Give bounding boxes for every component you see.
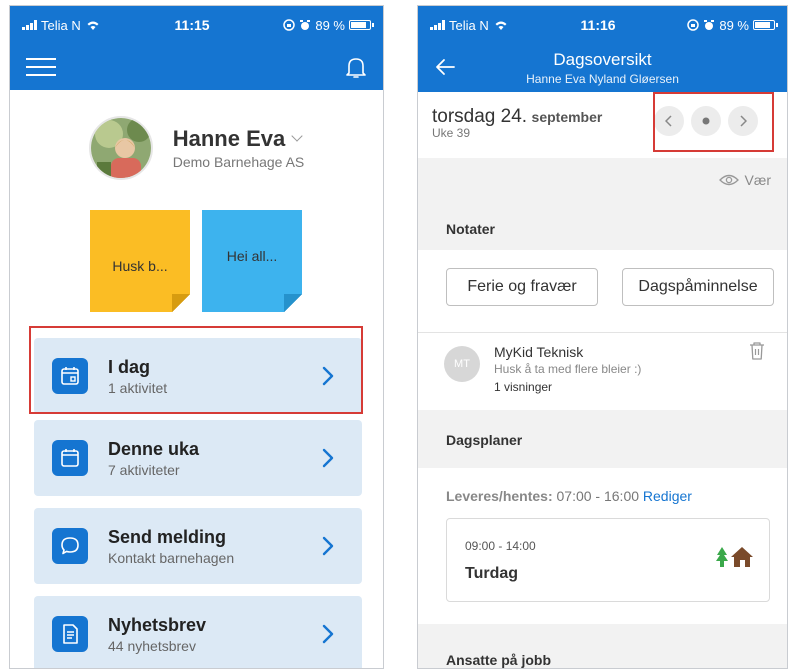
sticky-note-text: Hei all... [226, 248, 278, 264]
signal-icon [22, 20, 37, 30]
wifi-icon [87, 21, 99, 30]
newsletter-icon [52, 616, 88, 652]
battery-icon [753, 20, 778, 30]
top-nav: Dagsoversikt Hanne Eva Nyland Gløersen [418, 44, 787, 92]
absence-button[interactable]: Ferie og fravær [446, 268, 598, 306]
menu-item-subtitle: 44 nyhetsbrev [108, 637, 196, 654]
notes-section-title: Notater [446, 221, 496, 237]
battery-icon [349, 20, 374, 30]
avatar: MT [444, 346, 480, 382]
carrier-label: Telia N [449, 17, 489, 33]
message-text: Husk å ta med flere bleier :) [494, 362, 642, 376]
sticky-notes: Husk b... Hei all... [90, 210, 383, 312]
menu-item-denne-uka[interactable]: Denne uka 7 aktiviteter [34, 420, 362, 496]
activity-title: Turdag [465, 565, 519, 582]
divider [418, 332, 787, 333]
menu-item-subtitle: 7 aktiviteter [108, 461, 180, 478]
sticky-note-text: Husk b... [112, 258, 168, 274]
chevron-right-icon [322, 448, 334, 468]
alarm-icon [300, 20, 311, 30]
lock-rotation-icon [283, 19, 296, 31]
activity-time: 09:00 - 14:00 [465, 539, 536, 553]
profile-name: Hanne Eva [172, 126, 286, 151]
chevron-right-icon [322, 624, 334, 644]
activity-card[interactable]: 09:00 - 14:00 Turdag [446, 518, 770, 602]
chat-bubble-icon [52, 528, 88, 564]
delivery-time: 07:00 - 16:00 [556, 488, 640, 504]
menu-item-title: Denne uka [108, 438, 200, 459]
battery-percent: 89 % [315, 17, 345, 33]
status-bar: Telia N 11:15 89 % [10, 6, 383, 44]
menu-item-subtitle: Kontakt barnehagen [108, 549, 235, 566]
menu-item-title: Nyhetsbrev [108, 614, 207, 635]
calendar-icon [52, 440, 88, 476]
page-title: Dagsoversikt [553, 50, 652, 69]
lock-rotation-icon [687, 19, 700, 31]
clock: 11:16 [580, 17, 616, 33]
profile-org: Demo Barnehage AS [172, 154, 305, 170]
staff-section-title: Ansatte på jobb [446, 652, 552, 668]
message-author: MyKid Teknisk [494, 344, 584, 360]
delivery-row: Leveres/hentes: 07:00 - 16:00 Rediger [446, 488, 692, 504]
bell-icon[interactable] [345, 55, 367, 79]
wifi-icon [495, 21, 507, 30]
sticky-note[interactable]: Hei all... [202, 210, 302, 312]
date-bar: torsdag 24. september Uke 39 [418, 92, 787, 158]
highlight-box [653, 92, 774, 152]
forest-cabin-icon [716, 547, 753, 567]
edit-link[interactable]: Rediger [643, 488, 692, 504]
signal-icon [430, 20, 445, 30]
weather-toggle[interactable]: Vær [718, 172, 771, 188]
clock: 11:15 [174, 17, 210, 33]
home-screen: Telia N 11:15 89 % Hanne Eva Demo Barneh… [9, 5, 384, 669]
trash-icon[interactable] [749, 342, 765, 360]
alarm-icon [704, 20, 715, 30]
weather-label: Vær [744, 172, 771, 188]
avatar[interactable] [88, 116, 153, 180]
menu-item-send-melding[interactable]: Send melding Kontakt barnehagen [34, 508, 362, 584]
menu-item-nyhetsbrev[interactable]: Nyhetsbrev 44 nyhetsbrev [34, 596, 362, 668]
day-reminder-button[interactable]: Dagspåminnelse [622, 268, 774, 306]
date-day: torsdag 24. [432, 106, 528, 127]
chevron-down-icon [291, 130, 303, 142]
top-nav [10, 44, 383, 90]
delivery-label: Leveres/hentes: [446, 488, 553, 504]
date-month: september [531, 109, 603, 125]
highlight-box [29, 326, 363, 414]
page-subtitle: Hanne Eva Nyland Gløersen [526, 72, 679, 86]
profile-switcher[interactable]: Hanne Eva [173, 126, 305, 152]
day-overview-screen: Telia N 11:16 89 % Dagsoversikt Hanne Ev… [417, 5, 788, 669]
chevron-right-icon [322, 536, 334, 556]
message-views: 1 visninger [494, 380, 553, 394]
status-bar: Telia N 11:16 89 % [418, 6, 787, 44]
sticky-note[interactable]: Husk b... [90, 210, 190, 312]
battery-percent: 89 % [719, 17, 749, 33]
carrier-label: Telia N [41, 17, 81, 33]
note-fold-icon [172, 294, 190, 312]
day-plans-title: Dagsplaner [446, 432, 523, 448]
menu-icon[interactable] [26, 58, 56, 76]
profile-header: Hanne Eva Demo Barnehage AS [10, 116, 383, 180]
note-fold-icon [284, 294, 302, 312]
menu-item-title: Send melding [108, 526, 227, 547]
eye-icon [718, 174, 739, 186]
